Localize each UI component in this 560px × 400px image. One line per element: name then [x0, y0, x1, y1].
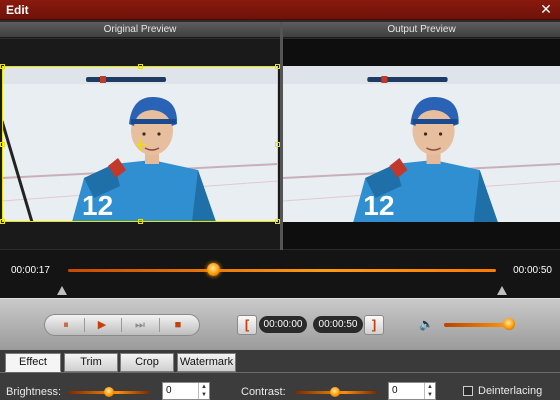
transport-controls: ⏸ ▶ ⏭ ■: [44, 314, 200, 336]
original-preview-pane: 12: [0, 39, 280, 249]
output-video-frame: 12: [283, 66, 560, 222]
brightness-label: Brightness:: [6, 386, 62, 398]
spinner-arrows-icon[interactable]: ▲ ▼: [198, 383, 209, 399]
set-end-button[interactable]: ]: [364, 315, 384, 335]
original-video-frame: 12: [2, 66, 278, 222]
clip-end-time: 00:00:50: [313, 316, 363, 333]
next-frame-button[interactable]: ⏭: [126, 317, 154, 333]
current-time: 00:00:17: [11, 265, 50, 276]
playhead-handle[interactable]: [207, 263, 221, 276]
stop-button[interactable]: ■: [164, 317, 192, 333]
pause-button[interactable]: ⏸: [52, 317, 80, 333]
volume-slider[interactable]: [444, 323, 510, 327]
timeline: 00:00:17 00:00:50: [0, 250, 560, 298]
speaker-icon[interactable]: 🔈: [419, 316, 435, 332]
title-bar: Edit ✕: [0, 0, 560, 20]
original-preview-label: Original Preview: [0, 22, 280, 38]
output-preview-pane: 12: [283, 39, 560, 249]
set-start-button[interactable]: [: [237, 315, 257, 335]
brightness-value: 0: [166, 385, 172, 396]
divider: [121, 318, 122, 332]
tab-trim[interactable]: Trim: [64, 353, 118, 372]
close-icon[interactable]: ✕: [538, 1, 554, 17]
tab-watermark[interactable]: Watermark: [177, 353, 236, 372]
deinterlacing-label: Deinterlacing: [478, 385, 543, 397]
play-button[interactable]: ▶: [88, 317, 116, 333]
volume-knob[interactable]: [503, 318, 515, 330]
control-bar: ⏸ ▶ ⏭ ■ [ 00:00:00 00:00:50 ] 🔈: [0, 298, 560, 350]
total-time: 00:00:50: [513, 265, 552, 276]
brightness-input[interactable]: 0 ▲ ▼: [162, 382, 210, 400]
svg-text:12: 12: [82, 190, 113, 221]
trim-end-marker[interactable]: [497, 286, 507, 295]
contrast-label: Contrast:: [241, 386, 286, 398]
clip-start-time: 00:00:00: [259, 316, 307, 333]
output-preview-label: Output Preview: [283, 22, 560, 38]
svg-text:12: 12: [363, 190, 394, 221]
effect-panel: Brightness: 0 ▲ ▼ Contrast: 0 ▲ ▼ Deinterl…: [0, 372, 560, 400]
window-title: Edit: [6, 3, 29, 17]
contrast-input[interactable]: 0 ▲ ▼: [388, 382, 436, 400]
trim-start-marker[interactable]: [57, 286, 67, 295]
spinner-arrows-icon[interactable]: ▲ ▼: [424, 383, 435, 399]
divider: [159, 318, 160, 332]
contrast-value: 0: [392, 385, 398, 396]
timeline-track[interactable]: [68, 269, 496, 272]
tab-crop[interactable]: Crop: [120, 353, 174, 372]
divider: [84, 318, 85, 332]
deinterlacing-checkbox[interactable]: [463, 386, 473, 396]
contrast-knob[interactable]: [330, 387, 340, 397]
brightness-knob[interactable]: [104, 387, 114, 397]
tab-effect[interactable]: Effect: [5, 353, 61, 372]
